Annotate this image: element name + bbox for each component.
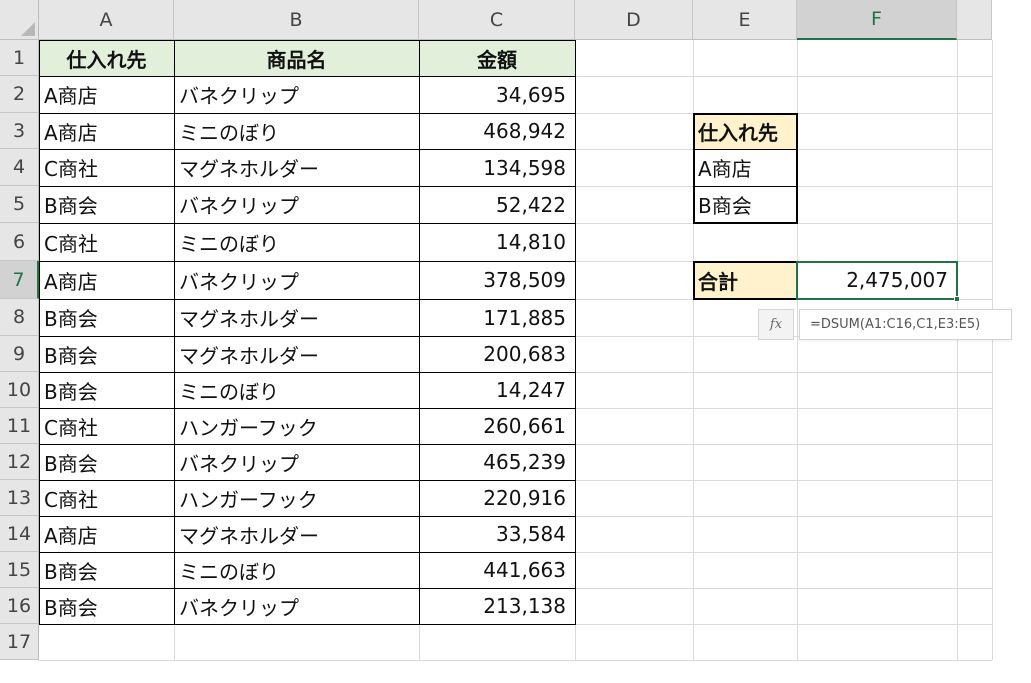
- row-header-14[interactable]: 14: [0, 516, 39, 552]
- row-header-12[interactable]: 12: [0, 444, 39, 480]
- table-border-horizontal: [39, 149, 575, 150]
- row-header-15[interactable]: 15: [0, 552, 39, 588]
- table-border-horizontal: [39, 372, 575, 373]
- table-border-horizontal: [39, 588, 575, 589]
- row-header-3[interactable]: 3: [0, 113, 39, 149]
- select-all-triangle-icon: [21, 22, 35, 36]
- table-border-horizontal: [39, 336, 575, 337]
- total-label-border: [693, 261, 798, 300]
- row-header-8[interactable]: 8: [0, 299, 39, 336]
- table-border-horizontal: [39, 186, 575, 187]
- row-header-10[interactable]: 10: [0, 372, 39, 408]
- row-header-16[interactable]: 16: [0, 588, 39, 624]
- gridline-vertical: [992, 40, 993, 660]
- row-header-11[interactable]: 11: [0, 408, 39, 444]
- row-header-4[interactable]: 4: [0, 149, 39, 186]
- criteria-border-horizontal: [693, 186, 797, 187]
- function-icon: fx: [758, 309, 794, 340]
- row-header-13[interactable]: 13: [0, 480, 39, 516]
- column-header-a[interactable]: A: [39, 0, 174, 40]
- active-cell-selection[interactable]: [796, 261, 958, 300]
- column-header-partial[interactable]: [957, 0, 992, 40]
- table-border-horizontal: [39, 552, 575, 553]
- spreadsheet-grid[interactable]: A B C D E F 1 2 3 4 5 6 7 8 9 10 11 12 13 14 15 16 17 仕入れ先 商品名 金額…: [0, 0, 1031, 683]
- table-border-horizontal: [39, 299, 575, 300]
- row-header-1[interactable]: 1: [0, 40, 39, 76]
- gridline-vertical: [957, 40, 958, 660]
- formula-tooltip: =DSUM(A1:C16,C1,E3:E5): [799, 309, 1012, 340]
- row-header-7[interactable]: 7: [0, 261, 39, 299]
- table-border-horizontal: [39, 516, 575, 517]
- table-border-horizontal: [39, 223, 575, 224]
- row-header-5[interactable]: 5: [0, 186, 39, 223]
- fill-handle[interactable]: [954, 296, 960, 302]
- select-all-corner[interactable]: [0, 0, 39, 40]
- column-header-b[interactable]: B: [174, 0, 419, 40]
- criteria-border: [693, 113, 798, 224]
- row-header-17[interactable]: 17: [0, 624, 39, 660]
- table-border-horizontal: [39, 76, 575, 77]
- table-border-horizontal: [39, 444, 575, 445]
- table-border-horizontal: [39, 261, 575, 262]
- table-border-horizontal: [39, 408, 575, 409]
- table-border-vertical: [419, 40, 420, 624]
- row-header-2[interactable]: 2: [0, 76, 39, 113]
- row-header-6[interactable]: 6: [0, 223, 39, 261]
- table-border: [39, 40, 576, 625]
- row-header-9[interactable]: 9: [0, 336, 39, 372]
- table-border-horizontal: [39, 113, 575, 114]
- criteria-border-horizontal: [693, 149, 797, 150]
- gridline-horizontal: [39, 660, 992, 661]
- column-header-c[interactable]: C: [419, 0, 575, 40]
- column-header-d[interactable]: D: [575, 0, 693, 40]
- column-header-e[interactable]: E: [693, 0, 797, 40]
- table-border-horizontal: [39, 480, 575, 481]
- column-header-f[interactable]: F: [797, 0, 957, 40]
- table-border-vertical: [174, 40, 175, 624]
